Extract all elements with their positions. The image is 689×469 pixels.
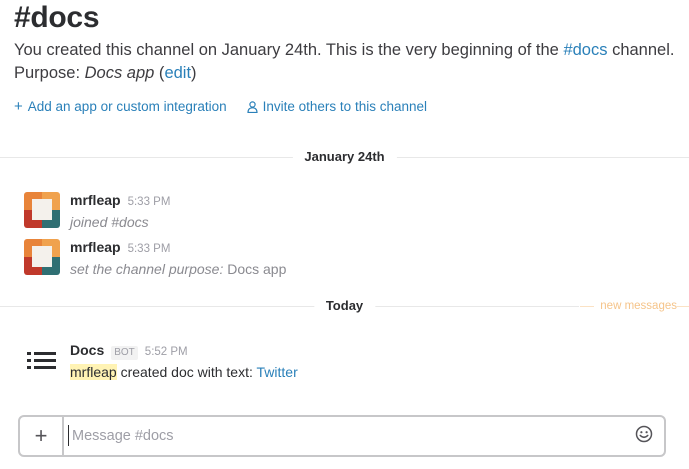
new-messages-label: new messages: [594, 298, 677, 314]
invite-button[interactable]: Invite others to this channel: [247, 99, 427, 114]
message-text-plain: Docs app: [227, 261, 287, 277]
channel-view: #docs You created this channel on Januar…: [0, 0, 689, 469]
message-timestamp[interactable]: 5:33 PM: [128, 239, 171, 259]
sender-name[interactable]: mrfleap: [70, 237, 121, 257]
avatar[interactable]: [24, 239, 60, 275]
emoji-button[interactable]: [624, 417, 664, 455]
day-divider-label: Today: [313, 298, 376, 314]
message-text-mid: created doc with text:: [116, 364, 257, 380]
edit-open: (: [154, 64, 165, 82]
message-timestamp[interactable]: 5:33 PM: [128, 192, 171, 212]
day-divider: Today new messages: [0, 298, 689, 314]
message-header: mrfleap 5:33 PM: [70, 237, 679, 259]
intro-text-before: You created this channel on January 24th…: [14, 41, 564, 59]
message-body: mrfleap 5:33 PM set the channel purpose:…: [70, 237, 679, 279]
sender-name[interactable]: Docs: [70, 340, 104, 360]
edit-purpose-link[interactable]: edit: [164, 64, 191, 82]
message-body: Docs BOT 5:52 PM mrfleap created doc wit…: [70, 340, 679, 382]
message-header: Docs BOT 5:52 PM: [70, 340, 679, 362]
channel-intro: #docs You created this channel on Januar…: [14, 0, 679, 114]
channel-purpose: Docs app: [84, 64, 155, 82]
channel-link[interactable]: #docs: [563, 41, 607, 59]
message-input[interactable]: [64, 417, 624, 455]
doc-link[interactable]: Twitter: [257, 364, 298, 380]
add-app-label: Add an app or custom integration: [27, 99, 227, 114]
user-mention[interactable]: mrfleap: [70, 364, 117, 380]
message-text-italic: set the channel purpose:: [70, 261, 228, 277]
attach-plus-button[interactable]: +: [20, 417, 64, 455]
divider-line: [0, 306, 579, 307]
message-text: set the channel purpose: Docs app: [70, 259, 679, 279]
text-caret: [68, 425, 69, 446]
message-timestamp[interactable]: 5:52 PM: [145, 342, 188, 362]
list-icon[interactable]: [27, 350, 57, 372]
invite-label: Invite others to this channel: [262, 99, 427, 114]
edit-close: ): [191, 64, 197, 82]
message-text: joined #docs: [70, 214, 149, 230]
day-divider: January 24th: [0, 149, 689, 165]
message-composer: +: [18, 415, 666, 457]
avatar[interactable]: [24, 192, 60, 228]
channel-intro-text: You created this channel on January 24th…: [14, 39, 679, 85]
person-icon: [247, 100, 258, 113]
sender-name[interactable]: mrfleap: [70, 190, 121, 210]
day-divider-label: January 24th: [292, 149, 397, 165]
bot-badge: BOT: [111, 346, 138, 360]
channel-title: #docs: [14, 1, 100, 34]
message-header: mrfleap 5:33 PM: [70, 190, 679, 212]
intro-actions: + Add an app or custom integration Invit…: [14, 99, 679, 114]
add-app-button[interactable]: + Add an app or custom integration: [14, 99, 227, 114]
message-body: mrfleap 5:33 PM joined #docs: [70, 190, 679, 232]
message-text: mrfleap created doc with text: Twitter: [70, 362, 679, 382]
plus-icon: +: [14, 98, 23, 115]
smiley-icon: [635, 425, 653, 448]
